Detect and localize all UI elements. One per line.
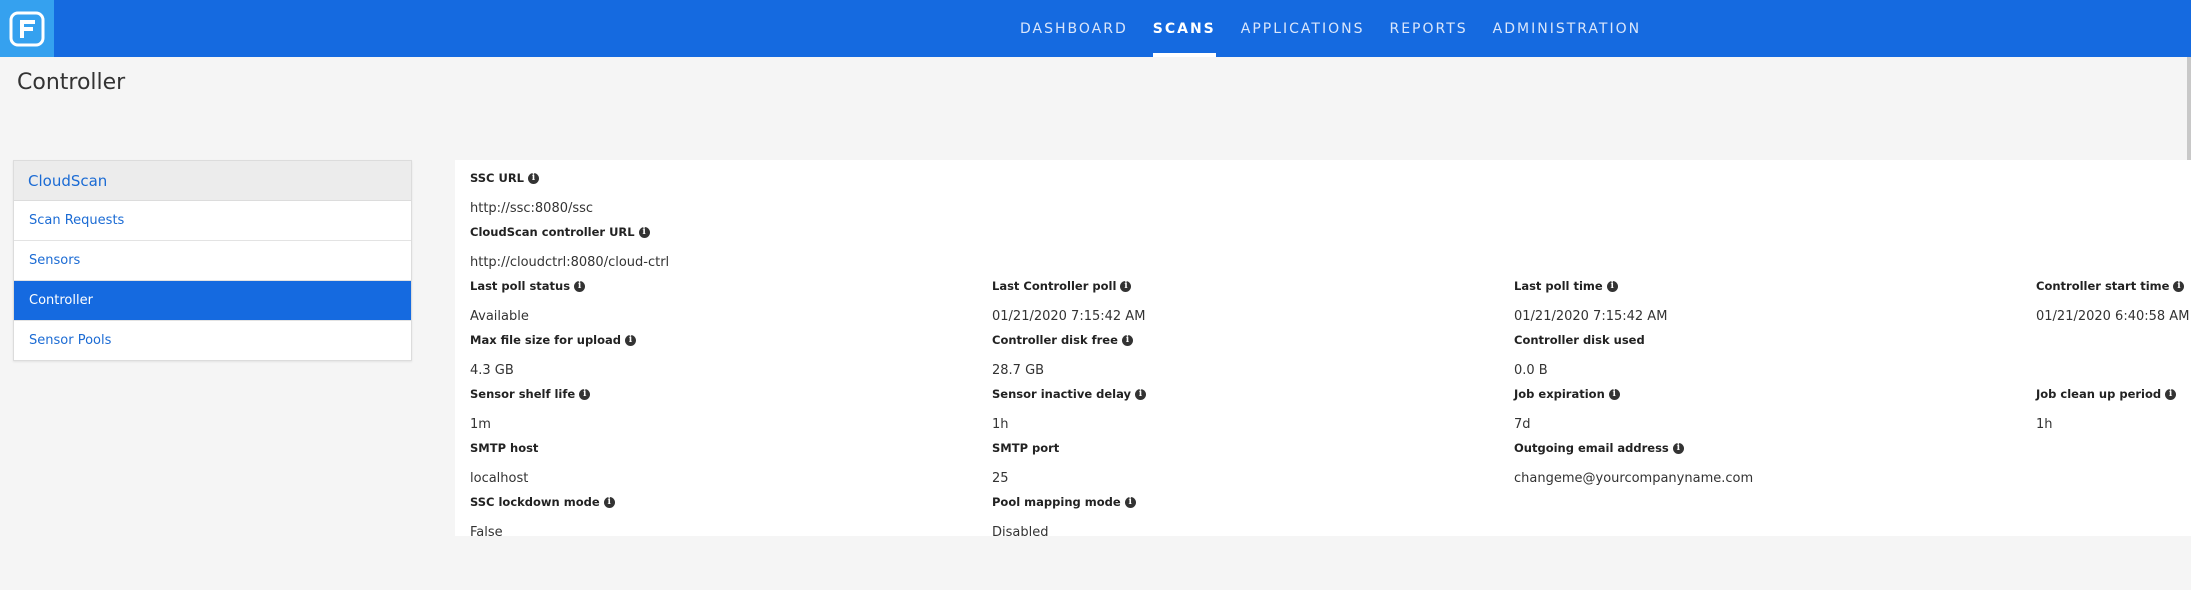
field-label: SMTP port [992, 441, 1060, 455]
main-nav: DASHBOARD SCANS APPLICATIONS REPORTS ADM… [1020, 0, 1666, 57]
field-value: 01/21/2020 7:15:42 AM [1514, 309, 1668, 324]
field-label: Last Controller poll i [992, 279, 1145, 293]
field-last-poll-time: Last poll time i 01/21/2020 7:15:42 AM [1514, 279, 1667, 324]
field-value: False [470, 525, 503, 540]
field-value: Available [470, 309, 529, 324]
info-icon[interactable]: i [1135, 388, 1147, 400]
top-nav-bar: DASHBOARD SCANS APPLICATIONS REPORTS ADM… [0, 0, 2191, 57]
field-value: http://cloudctrl:8080/cloud-ctrl [470, 255, 670, 270]
field-value: 1m [470, 417, 491, 432]
info-icon[interactable]: i [2173, 280, 2185, 292]
field-label: SSC lockdown mode i [470, 495, 615, 509]
info-icon[interactable]: i [1121, 334, 1133, 346]
field-sensor-inactive-delay: Sensor inactive delay i 1h [992, 387, 1147, 432]
field-cloudscan-controller-url: CloudScan controller URL i http://cloudct… [470, 225, 669, 270]
field-pool-mapping-mode: Pool mapping mode i Disabled [992, 495, 1136, 540]
field-label: SMTP host [470, 441, 539, 455]
nav-administration[interactable]: ADMINISTRATION [1493, 0, 1641, 57]
nav-administration-label: ADMINISTRATION [1492, 20, 1642, 37]
field-label: SSC URL i [470, 171, 593, 185]
field-value: localhost [470, 471, 529, 486]
info-icon[interactable]: i [528, 172, 540, 184]
field-value: 1h [2036, 417, 2053, 432]
field-value: changeme@yourcompanyname.com [1514, 471, 1754, 486]
field-controller-disk-free: Controller disk free i 28.7 GB [992, 333, 1133, 378]
sidebar-item-label: Controller [29, 293, 93, 308]
field-label: Last poll time i [1514, 279, 1667, 293]
field-value: 25 [992, 471, 1009, 486]
field-smtp-host: SMTP host localhost [470, 441, 538, 486]
sidebar-header[interactable]: CloudScan [14, 161, 411, 201]
field-value: 01/21/2020 7:15:42 AM [992, 309, 1146, 324]
info-icon[interactable]: i [2165, 388, 2177, 400]
field-label: Controller disk used [1514, 333, 1645, 347]
field-label: Last poll status i [470, 279, 586, 293]
sidebar: CloudScan Scan Requests Sensors Controll… [13, 160, 412, 361]
field-job-clean-up-period: Job clean up period i 1h [2036, 387, 2177, 432]
field-label: Job expiration i [1514, 387, 1620, 401]
sidebar-item-sensors[interactable]: Sensors [14, 241, 411, 281]
field-value: 1h [992, 417, 1009, 432]
info-icon[interactable]: i [1606, 280, 1618, 292]
nav-scans[interactable]: SCANS [1152, 0, 1216, 57]
field-label: Pool mapping mode i [992, 495, 1136, 509]
field-label: Job clean up period i [2036, 387, 2177, 401]
nav-dashboard[interactable]: DASHBOARD [1020, 0, 1128, 57]
info-icon[interactable]: i [638, 226, 650, 238]
nav-dashboard-label: DASHBOARD [1020, 20, 1128, 37]
info-icon[interactable]: i [1672, 442, 1684, 454]
logo-icon[interactable] [0, 0, 54, 57]
nav-applications[interactable]: APPLICATIONS [1241, 0, 1365, 57]
field-sensor-shelf-life: Sensor shelf life i 1m [470, 387, 591, 432]
nav-reports-label: REPORTS [1389, 20, 1468, 37]
info-icon[interactable]: i [579, 388, 591, 400]
info-icon[interactable]: i [1120, 280, 1132, 292]
field-label: Controller start time i [2036, 279, 2189, 293]
scrollbar[interactable] [2187, 57, 2191, 164]
field-controller-disk-used: Controller disk used 0.0 B [1514, 333, 1645, 378]
field-ssc-lockdown-mode: SSC lockdown mode i False [470, 495, 615, 540]
field-last-controller-poll: Last Controller poll i 01/21/2020 7:15:42… [992, 279, 1145, 324]
nav-applications-label: APPLICATIONS [1240, 20, 1365, 37]
page-title: Controller [17, 70, 126, 95]
field-label: Sensor shelf life i [470, 387, 591, 401]
field-smtp-port: SMTP port 25 [992, 441, 1059, 486]
field-max-file-size: Max file size for upload i 4.3 GB [470, 333, 637, 378]
field-label: CloudScan controller URL i [470, 225, 669, 239]
field-last-poll-status: Last poll status i Available [470, 279, 586, 324]
nav-reports[interactable]: REPORTS [1389, 0, 1467, 57]
field-job-expiration: Job expiration i 7d [1514, 387, 1620, 432]
sidebar-item-controller[interactable]: Controller [14, 281, 411, 321]
field-ssc-url: SSC URL i http://ssc:8080/ssc [470, 171, 593, 216]
field-label: Controller disk free i [992, 333, 1133, 347]
field-label: Max file size for upload i [470, 333, 637, 347]
info-icon[interactable]: i [1608, 388, 1620, 400]
info-icon[interactable]: i [1124, 496, 1136, 508]
sidebar-item-label: Sensors [29, 253, 81, 268]
info-icon[interactable]: i [625, 334, 637, 346]
controller-details-panel: SSC URL i http://ssc:8080/ssc CloudScan c… [455, 160, 2191, 540]
field-value: 28.7 GB [992, 363, 1045, 378]
field-outgoing-email-address: Outgoing email address i changeme@yourcom… [1514, 441, 1753, 486]
sidebar-item-scan-requests[interactable]: Scan Requests [14, 201, 411, 241]
field-label: Outgoing email address i [1514, 441, 1753, 455]
sidebar-item-sensor-pools[interactable]: Sensor Pools [14, 321, 411, 360]
field-value: Disabled [992, 525, 1049, 540]
sidebar-item-label: Sensor Pools [29, 333, 112, 348]
field-label: Sensor inactive delay i [992, 387, 1147, 401]
field-controller-start-time: Controller start time i 01/21/2020 6:40:5… [2036, 279, 2189, 324]
field-value: 01/21/2020 6:40:58 AM [2036, 309, 2190, 324]
field-value: 4.3 GB [470, 363, 514, 378]
info-icon[interactable]: i [574, 280, 586, 292]
sidebar-item-label: Scan Requests [29, 213, 125, 228]
nav-scans-label: SCANS [1152, 20, 1216, 37]
field-value: http://ssc:8080/ssc [470, 201, 594, 216]
field-value: 0.0 B [1514, 363, 1548, 378]
info-icon[interactable]: i [603, 496, 615, 508]
field-value: 7d [1514, 417, 1531, 432]
